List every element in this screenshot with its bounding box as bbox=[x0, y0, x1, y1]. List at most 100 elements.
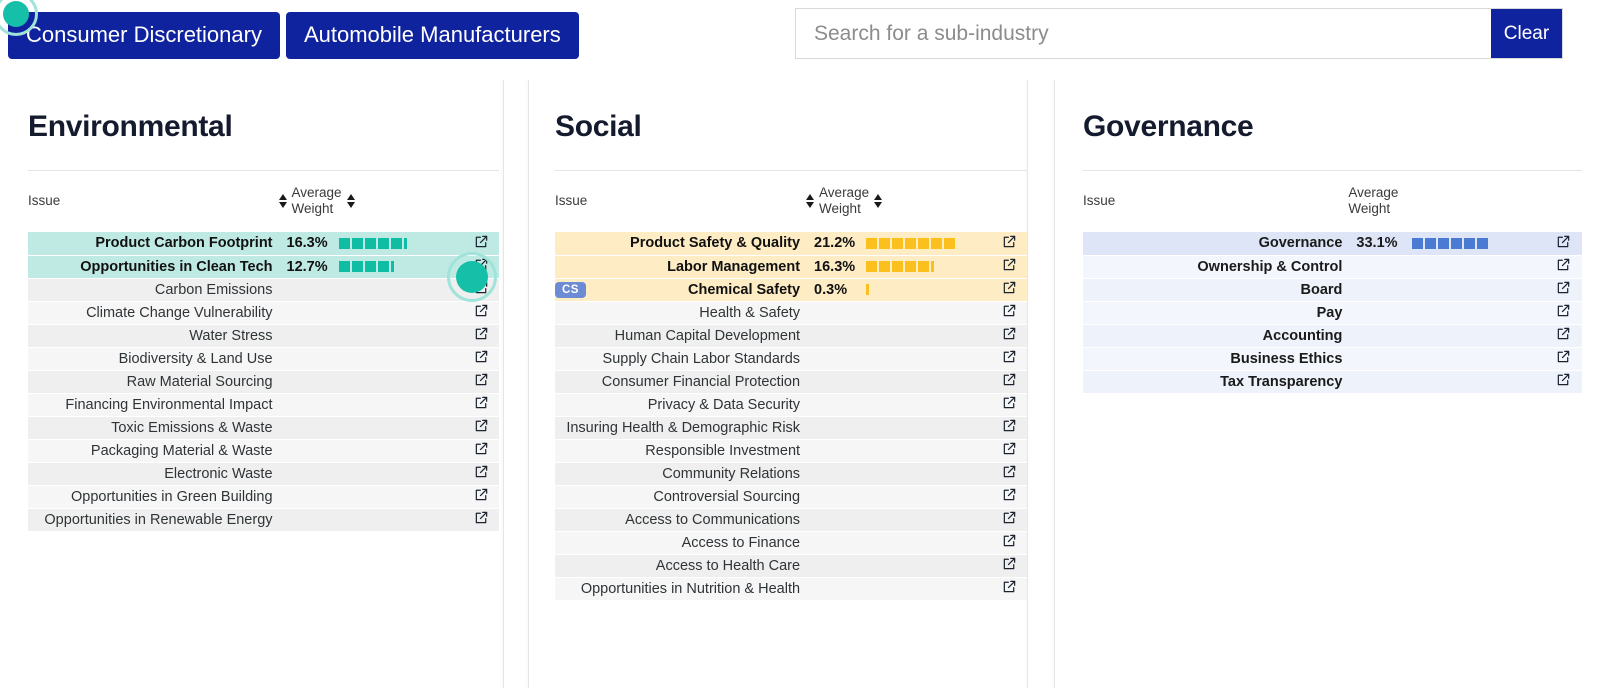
external-link-icon[interactable] bbox=[1002, 234, 1017, 249]
table-row[interactable]: Product Safety & Quality21.2% bbox=[555, 232, 1027, 255]
cell-average-weight bbox=[806, 485, 862, 508]
external-link-icon[interactable] bbox=[1556, 257, 1571, 272]
external-link-icon[interactable] bbox=[1556, 303, 1571, 318]
external-link-icon[interactable] bbox=[1002, 533, 1017, 548]
column-header-average-weight[interactable]: AverageWeight bbox=[806, 171, 993, 232]
table-row[interactable]: Labor Management16.3% bbox=[555, 255, 1027, 278]
issue-label: Consumer Financial Protection bbox=[602, 374, 800, 390]
external-link-icon[interactable] bbox=[1002, 464, 1017, 479]
external-link-icon[interactable] bbox=[1556, 372, 1571, 387]
table-row[interactable]: Health & Safety bbox=[555, 301, 1027, 324]
table-row[interactable]: Toxic Emissions & Waste bbox=[28, 416, 499, 439]
cell-average-weight bbox=[1348, 324, 1407, 347]
table-row[interactable]: Responsible Investment bbox=[555, 439, 1027, 462]
table-row[interactable]: Governance33.1% bbox=[1083, 232, 1582, 255]
table-row[interactable]: Business Ethics bbox=[1083, 347, 1582, 370]
table-row[interactable]: Board bbox=[1083, 278, 1582, 301]
table-row[interactable]: Privacy & Data Security bbox=[555, 393, 1027, 416]
table-row[interactable]: Electronic Waste bbox=[28, 462, 499, 485]
external-link-icon[interactable] bbox=[1002, 349, 1017, 364]
external-link-icon[interactable] bbox=[474, 234, 489, 249]
sort-icon-average-weight[interactable] bbox=[347, 194, 355, 208]
external-link-icon[interactable] bbox=[474, 372, 489, 387]
external-link-icon[interactable] bbox=[1002, 372, 1017, 387]
external-link-icon[interactable] bbox=[1002, 280, 1017, 295]
table-row[interactable]: Accounting bbox=[1083, 324, 1582, 347]
table-row[interactable]: Access to Communications bbox=[555, 508, 1027, 531]
external-link-icon[interactable] bbox=[474, 395, 489, 410]
table-row[interactable]: Tax Transparency bbox=[1083, 370, 1582, 393]
cell-issue: Board bbox=[1083, 278, 1348, 301]
column-label-average-weight: AverageWeight bbox=[292, 185, 342, 216]
external-link-icon[interactable] bbox=[474, 464, 489, 479]
external-link-icon[interactable] bbox=[474, 418, 489, 433]
table-row[interactable]: Raw Material Sourcing bbox=[28, 370, 499, 393]
table-row[interactable]: Community Relations bbox=[555, 462, 1027, 485]
table-row[interactable]: Controversial Sourcing bbox=[555, 485, 1027, 508]
external-link-icon[interactable] bbox=[1002, 326, 1017, 341]
bar-segment bbox=[918, 261, 929, 272]
table-row[interactable]: Pay bbox=[1083, 301, 1582, 324]
external-link-icon[interactable] bbox=[474, 441, 489, 456]
table-row[interactable]: Financing Environmental Impact bbox=[28, 393, 499, 416]
table-row[interactable]: Climate Change Vulnerability bbox=[28, 301, 499, 324]
bar-segment bbox=[1412, 238, 1423, 249]
external-link-icon[interactable] bbox=[474, 280, 489, 295]
external-link-icon[interactable] bbox=[1556, 349, 1571, 364]
tab-automobile-manufacturers[interactable]: Automobile Manufacturers bbox=[286, 12, 579, 59]
table-row[interactable]: Water Stress bbox=[28, 324, 499, 347]
table-row[interactable]: Opportunities in Nutrition & Health bbox=[555, 577, 1027, 600]
external-link-icon[interactable] bbox=[1002, 441, 1017, 456]
bar-segment bbox=[866, 261, 877, 272]
cell-average-weight bbox=[279, 370, 335, 393]
clear-button[interactable]: Clear bbox=[1491, 9, 1562, 58]
external-link-icon[interactable] bbox=[1556, 234, 1571, 249]
cell-average-weight bbox=[279, 508, 335, 531]
external-link-icon[interactable] bbox=[1556, 326, 1571, 341]
external-link-icon[interactable] bbox=[474, 326, 489, 341]
external-link-icon[interactable] bbox=[474, 510, 489, 525]
external-link-icon[interactable] bbox=[1002, 395, 1017, 410]
column-header-issue[interactable]: Issue bbox=[28, 171, 279, 232]
table-row[interactable]: Opportunities in Renewable Energy bbox=[28, 508, 499, 531]
table-row[interactable]: CSChemical Safety0.3% bbox=[555, 278, 1027, 301]
table-row[interactable]: Ownership & Control bbox=[1083, 255, 1582, 278]
external-link-icon[interactable] bbox=[1002, 257, 1017, 272]
table-row[interactable]: Opportunities in Clean Tech12.7% bbox=[28, 255, 499, 278]
table-row[interactable]: Product Carbon Footprint16.3% bbox=[28, 232, 499, 255]
bar-segment bbox=[1425, 238, 1436, 249]
sort-icon-issue[interactable] bbox=[279, 194, 287, 208]
cell-weight-bar bbox=[862, 577, 993, 600]
external-link-icon[interactable] bbox=[474, 349, 489, 364]
table-row[interactable]: Consumer Financial Protection bbox=[555, 370, 1027, 393]
sort-icon-issue[interactable] bbox=[806, 194, 814, 208]
table-row[interactable]: Access to Finance bbox=[555, 531, 1027, 554]
external-link-icon[interactable] bbox=[474, 487, 489, 502]
external-link-icon[interactable] bbox=[1556, 280, 1571, 295]
column-header-average-weight[interactable]: AverageWeight bbox=[279, 171, 465, 232]
cell-weight-bar bbox=[335, 370, 465, 393]
external-link-icon[interactable] bbox=[1002, 510, 1017, 525]
external-link-icon[interactable] bbox=[1002, 303, 1017, 318]
external-link-icon[interactable] bbox=[1002, 579, 1017, 594]
issue-label: Financing Environmental Impact bbox=[65, 397, 272, 413]
external-link-icon[interactable] bbox=[1002, 418, 1017, 433]
column-header-issue[interactable]: Issue bbox=[555, 171, 806, 232]
table-row[interactable]: Biodiversity & Land Use bbox=[28, 347, 499, 370]
chemical-safety-badge[interactable]: CS bbox=[555, 282, 586, 298]
search-input[interactable] bbox=[796, 9, 1491, 58]
table-row[interactable]: Opportunities in Green Building bbox=[28, 485, 499, 508]
table-row[interactable]: Human Capital Development bbox=[555, 324, 1027, 347]
external-link-icon[interactable] bbox=[1002, 556, 1017, 571]
external-link-icon[interactable] bbox=[474, 303, 489, 318]
table-row[interactable]: Insuring Health & Demographic Risk bbox=[555, 416, 1027, 439]
tab-consumer-discretionary[interactable]: Consumer Discretionary bbox=[8, 12, 280, 59]
table-row[interactable]: Packaging Material & Waste bbox=[28, 439, 499, 462]
sort-icon-average-weight[interactable] bbox=[874, 194, 882, 208]
table-row[interactable]: Carbon Emissions bbox=[28, 278, 499, 301]
table-row[interactable]: Access to Health Care bbox=[555, 554, 1027, 577]
external-link-icon[interactable] bbox=[1002, 487, 1017, 502]
cell-average-weight: 21.2% bbox=[806, 232, 862, 255]
table-row[interactable]: Supply Chain Labor Standards bbox=[555, 347, 1027, 370]
external-link-icon[interactable] bbox=[474, 257, 489, 272]
